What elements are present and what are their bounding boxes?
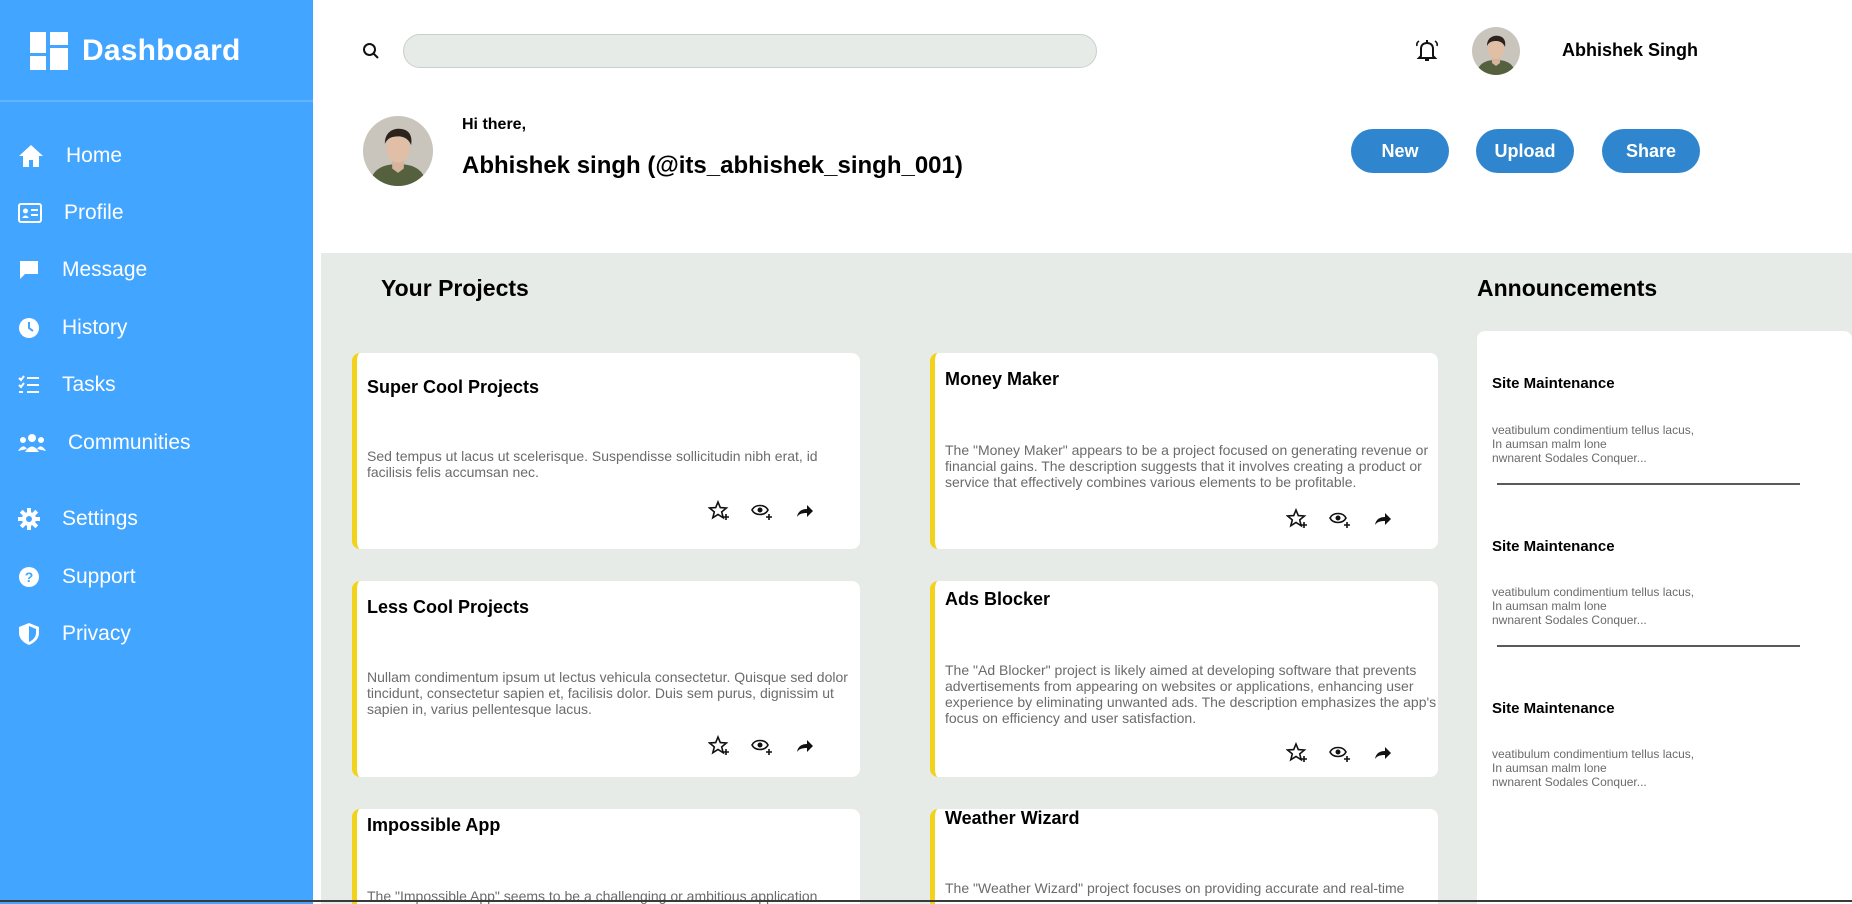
announcement-description: veatibulum condimentium tellus lacus, In… (1492, 585, 1695, 627)
greeting-text: Hi there, (462, 116, 527, 133)
share-arrow-icon[interactable] (1372, 742, 1394, 764)
project-title: Impossible App (367, 815, 501, 835)
sidebar-item-communities[interactable]: Communities (18, 427, 191, 459)
announcement-divider (1497, 645, 1800, 647)
announcement-divider (1497, 483, 1800, 485)
star-icon[interactable] (707, 734, 730, 757)
projects-title: Your Projects (381, 275, 529, 301)
search-icon[interactable] (362, 42, 380, 65)
upload-button[interactable]: Upload (1476, 129, 1574, 173)
sidebar-item-label: Home (66, 144, 123, 167)
sidebar-item-label: History (62, 316, 128, 339)
project-title: Super Cool Projects (367, 377, 540, 397)
sidebar-item-label: Settings (62, 507, 138, 530)
project-title: Less Cool Projects (367, 597, 530, 617)
project-title: Weather Wizard (945, 809, 1080, 828)
sidebar-divider (0, 100, 313, 102)
brand-title: Dashboard (82, 34, 241, 67)
new-button[interactable]: New (1351, 129, 1449, 173)
star-icon[interactable] (1285, 507, 1308, 530)
sidebar-item-message[interactable]: Message (18, 254, 147, 286)
announcement-title[interactable]: Site Maintenance (1492, 538, 1615, 555)
main-content: Your Projects Announcements Super Cool P… (321, 253, 1852, 904)
eye-plus-icon[interactable] (751, 735, 773, 757)
project-description: Sed tempus ut lacus ut scelerisque. Susp… (367, 448, 818, 480)
eye-plus-icon[interactable] (1329, 742, 1351, 764)
project-description: The "Weather Wizard" project focuses on … (945, 880, 1405, 896)
eye-plus-icon[interactable] (1329, 508, 1351, 530)
announcement-description: veatibulum condimentium tellus lacus, In… (1492, 423, 1695, 465)
search-input[interactable] (403, 34, 1097, 68)
sidebar-item-label: Privacy (62, 622, 131, 645)
project-card[interactable]: Super Cool Projects Sed tempus ut lacus … (352, 353, 860, 549)
share-arrow-icon[interactable] (1372, 508, 1394, 530)
sidebar-item-profile[interactable]: Profile (18, 197, 124, 229)
share-arrow-icon[interactable] (794, 500, 816, 522)
project-card[interactable]: Impossible App The "Impossible App" seem… (352, 809, 860, 904)
star-icon[interactable] (1285, 741, 1308, 764)
top-username[interactable]: Abhishek Singh (1562, 40, 1698, 61)
dashboard-grid-icon (30, 32, 68, 70)
brand[interactable]: Dashboard (30, 32, 241, 70)
sidebar-item-support[interactable]: ? Support (18, 561, 136, 593)
sidebar: Dashboard Home Profile Message History T… (0, 0, 313, 904)
sidebar-item-home[interactable]: Home (18, 140, 122, 172)
sidebar-item-settings[interactable]: Settings (18, 503, 138, 535)
project-card[interactable]: Weather Wizard The "Weather Wizard" proj… (930, 809, 1438, 904)
star-icon[interactable] (707, 499, 730, 522)
gear-icon (18, 508, 40, 530)
bell-icon[interactable] (1414, 38, 1440, 69)
announcements-panel: Site Maintenance veatibulum condimentium… (1477, 331, 1852, 904)
sidebar-item-label: Profile (64, 201, 124, 224)
project-title: Ads Blocker (945, 589, 1051, 609)
svg-text:?: ? (25, 569, 34, 585)
share-button[interactable]: Share (1602, 129, 1700, 173)
announcement-title[interactable]: Site Maintenance (1492, 700, 1615, 717)
question-icon: ? (18, 566, 40, 588)
users-icon (18, 433, 46, 453)
eye-plus-icon[interactable] (751, 500, 773, 522)
project-card[interactable]: Money Maker The "Money Maker" appears to… (930, 353, 1438, 549)
window-bottom-edge (0, 900, 1852, 902)
project-description: The "Money Maker" appears to be a projec… (945, 442, 1429, 490)
sidebar-item-label: Message (62, 258, 148, 281)
message-icon (18, 259, 40, 281)
share-arrow-icon[interactable] (794, 735, 816, 757)
sidebar-item-label: Support (62, 565, 136, 588)
sidebar-item-tasks[interactable]: Tasks (18, 369, 116, 401)
project-description: Nullam condimentum ipsum ut lectus vehic… (367, 669, 848, 717)
sidebar-item-history[interactable]: History (18, 312, 127, 344)
sidebar-item-label: Tasks (62, 373, 116, 396)
profile-avatar (363, 116, 433, 186)
avatar[interactable] (1472, 27, 1520, 75)
profile-name: Abhishek singh (@its_abhishek_singh_001) (462, 152, 963, 179)
announcement-description: veatibulum condimentium tellus lacus, In… (1492, 747, 1695, 789)
sidebar-item-privacy[interactable]: Privacy (18, 618, 131, 650)
id-card-icon (18, 203, 42, 223)
project-card[interactable]: Less Cool Projects Nullam condimentum ip… (352, 581, 860, 777)
announcement-title[interactable]: Site Maintenance (1492, 375, 1615, 392)
home-icon (18, 144, 44, 168)
project-title: Money Maker (945, 369, 1060, 389)
tasks-icon (18, 375, 40, 395)
project-card[interactable]: Ads Blocker The "Ad Blocker" project is … (930, 581, 1438, 777)
announcements-title: Announcements (1477, 275, 1658, 301)
shield-icon (18, 622, 40, 646)
project-description: The "Ad Blocker" project is likely aimed… (945, 662, 1437, 726)
clock-icon (18, 317, 40, 339)
sidebar-item-label: Communities (68, 431, 191, 454)
